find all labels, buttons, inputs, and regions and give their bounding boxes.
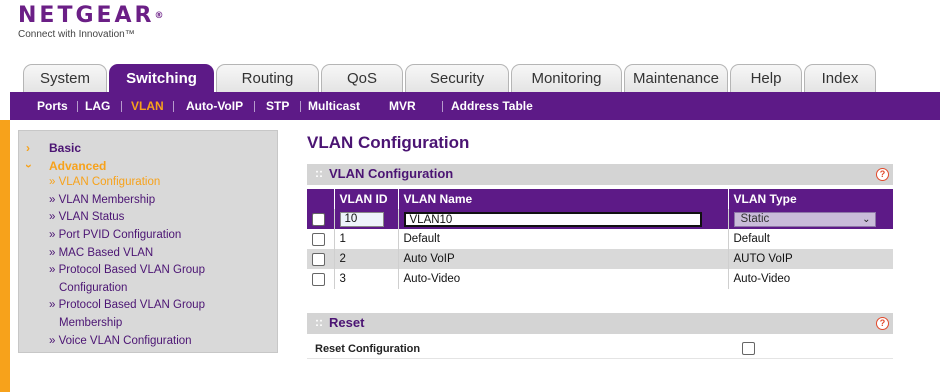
- reset-configuration-checkbox[interactable]: [742, 342, 755, 355]
- tab-qos[interactable]: QoS: [321, 64, 403, 92]
- sidebar: › Basic › Advanced » VLAN Configuration …: [18, 130, 278, 353]
- row-checkbox[interactable]: [312, 272, 325, 286]
- row-checkbox[interactable]: [312, 252, 325, 266]
- column-header-vlan-type: VLAN Type: [727, 189, 893, 209]
- sub-navigation: Ports LAG VLAN Auto-VoIP STP Multicast M…: [10, 92, 940, 120]
- tab-system[interactable]: System: [23, 64, 107, 92]
- vlan-name-cell: Auto VoIP: [397, 249, 728, 269]
- tab-maintenance[interactable]: Maintenance: [624, 64, 728, 92]
- help-icon[interactable]: ?: [876, 168, 889, 181]
- sidebar-item-protocol-vlan-group-configuration-line2[interactable]: Configuration: [59, 282, 127, 294]
- reset-configuration-label: Reset Configuration: [315, 343, 421, 355]
- table-row: 1 Default Default: [307, 229, 893, 249]
- vlan-type-cell: Default: [727, 229, 893, 249]
- row-checkbox[interactable]: [312, 212, 325, 226]
- grip-icon: ::: [315, 315, 323, 329]
- subnav-lag[interactable]: LAG: [85, 92, 110, 120]
- netgear-logo: NETGEAR® Connect with Innovation™: [18, 3, 164, 41]
- sidebar-basic[interactable]: Basic: [49, 141, 81, 155]
- sidebar-item-mac-based-vlan[interactable]: » MAC Based VLAN: [49, 247, 153, 259]
- tab-help[interactable]: Help: [730, 64, 802, 92]
- brand-name: NETGEAR®: [18, 3, 164, 28]
- subnav-mvr[interactable]: MVR: [389, 92, 416, 120]
- reset-configuration-row: Reset Configuration: [307, 338, 893, 359]
- sidebar-item-protocol-vlan-group-membership[interactable]: » Protocol Based VLAN Group: [49, 299, 205, 311]
- vlan-type-select[interactable]: Static ⌄: [733, 211, 876, 227]
- vlan-type-value: Static: [740, 212, 770, 225]
- brand-tagline: Connect with Innovation™: [18, 29, 135, 40]
- subnav-divider: [442, 101, 443, 112]
- tab-routing[interactable]: Routing: [216, 64, 319, 92]
- left-accent-stripe: [0, 120, 10, 392]
- page-title: VLAN Configuration: [307, 133, 470, 152]
- tab-monitoring[interactable]: Monitoring: [511, 64, 622, 92]
- grip-icon: ::: [315, 166, 323, 180]
- table-row: 3 Auto-Video Auto-Video: [307, 269, 893, 289]
- section-title: Reset: [329, 315, 365, 330]
- vlan-type-cell: AUTO VoIP: [727, 249, 893, 269]
- subnav-vlan[interactable]: VLAN: [131, 92, 164, 120]
- vlan-id-cell: 2: [333, 249, 398, 269]
- vlan-id-cell: 1: [333, 229, 398, 249]
- table-row-edit: 10 VLAN10 Static ⌄: [307, 209, 893, 229]
- subnav-divider: [173, 101, 174, 112]
- tab-switching[interactable]: Switching: [109, 64, 214, 92]
- section-title: VLAN Configuration: [329, 166, 454, 181]
- vlan-type-cell: Auto-Video: [727, 269, 893, 289]
- subnav-divider: [77, 101, 78, 112]
- chevron-down-icon: ›: [22, 164, 36, 168]
- sidebar-item-vlan-status[interactable]: » VLAN Status: [49, 211, 124, 223]
- subnav-ports[interactable]: Ports: [37, 92, 68, 120]
- subnav-stp[interactable]: STP: [266, 92, 289, 120]
- vlan-table: VLAN ID VLAN Name VLAN Type 10 VLAN10 St…: [307, 189, 893, 289]
- subnav-divider: [300, 101, 301, 112]
- sidebar-advanced[interactable]: Advanced: [49, 159, 106, 173]
- subnav-divider: [121, 101, 122, 112]
- tab-index[interactable]: Index: [804, 64, 876, 92]
- table-row: 2 Auto VoIP AUTO VoIP: [307, 249, 893, 269]
- sidebar-item-protocol-vlan-group-configuration[interactable]: » Protocol Based VLAN Group: [49, 264, 205, 276]
- sidebar-item-voice-vlan-configuration[interactable]: » Voice VLAN Configuration: [49, 335, 192, 347]
- reset-section-header: :: Reset ?: [307, 313, 893, 334]
- vlan-configuration-section-header: :: VLAN Configuration ?: [307, 164, 893, 185]
- subnav-address-table[interactable]: Address Table: [451, 92, 533, 120]
- vlan-name-cell: Default: [397, 229, 728, 249]
- vlan-id-cell: 3: [333, 269, 398, 289]
- chevron-right-icon: ›: [26, 141, 30, 155]
- subnav-multicast[interactable]: Multicast: [308, 92, 360, 120]
- sidebar-item-protocol-vlan-group-membership-line2[interactable]: Membership: [59, 317, 122, 329]
- sidebar-item-port-pvid-configuration[interactable]: » Port PVID Configuration: [49, 229, 181, 241]
- column-header-vlan-name: VLAN Name: [397, 189, 728, 209]
- tab-security[interactable]: Security: [405, 64, 509, 92]
- subnav-divider: [254, 101, 255, 112]
- main-tabs: System Switching Routing QoS Security Mo…: [20, 64, 940, 92]
- chevron-down-icon: ⌄: [862, 213, 871, 225]
- vlan-id-input[interactable]: 10: [339, 211, 384, 227]
- row-checkbox[interactable]: [312, 232, 325, 246]
- sidebar-item-vlan-configuration[interactable]: » VLAN Configuration: [49, 176, 160, 188]
- vlan-name-cell: Auto-Video: [397, 269, 728, 289]
- sidebar-item-vlan-membership[interactable]: » VLAN Membership: [49, 194, 155, 206]
- column-header-select: [307, 189, 334, 209]
- table-header-row: VLAN ID VLAN Name VLAN Type: [307, 189, 893, 209]
- vlan-name-input[interactable]: VLAN10: [403, 211, 702, 227]
- help-icon[interactable]: ?: [876, 317, 889, 330]
- subnav-auto-voip[interactable]: Auto-VoIP: [186, 92, 243, 120]
- column-header-vlan-id: VLAN ID: [333, 189, 398, 209]
